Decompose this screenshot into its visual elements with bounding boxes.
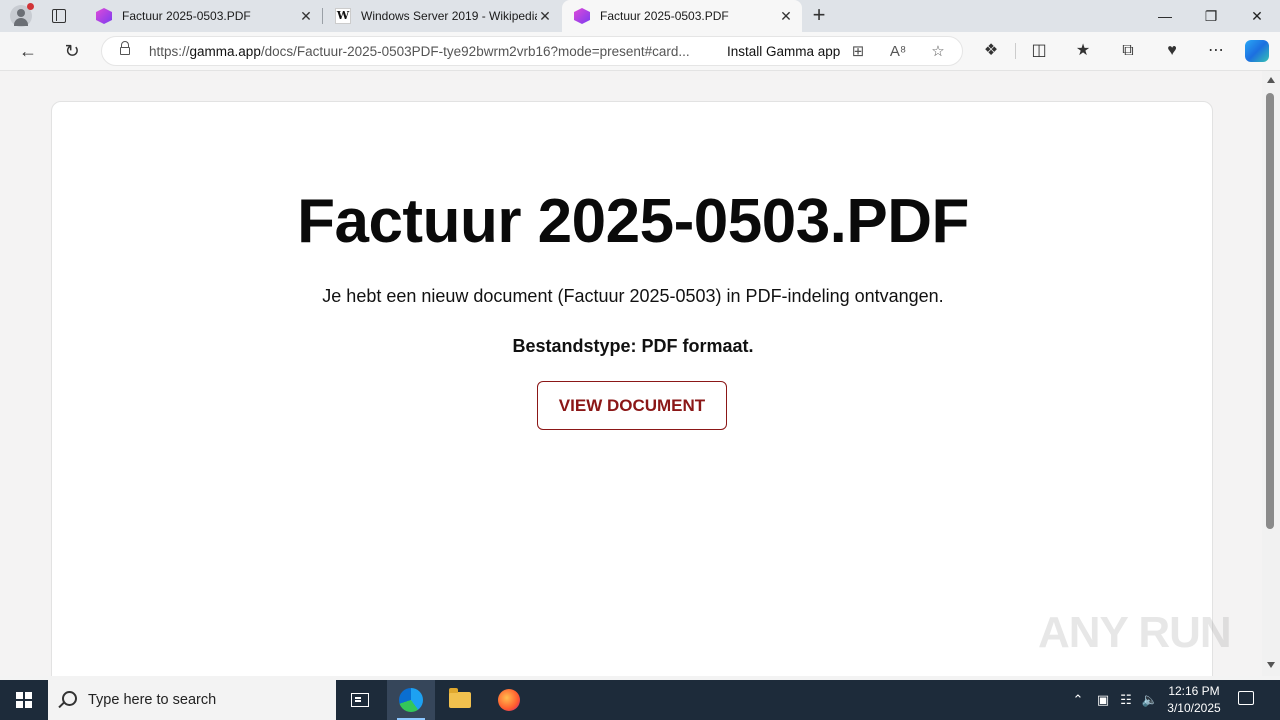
document-title: Factuur 2025-0503.PDF (297, 187, 969, 256)
document-description: Je hebt een nieuw document (Factuur 2025… (322, 286, 944, 306)
back-arrow-icon[interactable]: ← (16, 39, 40, 63)
task-view-icon (351, 693, 369, 707)
browser-essentials-icon[interactable]: ♥ (1162, 41, 1182, 61)
tab-actions-icon[interactable] (50, 7, 68, 25)
scroll-up-icon[interactable] (1267, 77, 1275, 83)
favorites-icon[interactable]: ★ (1073, 41, 1093, 61)
task-view-button[interactable] (336, 680, 384, 720)
page-viewport: Factuur 2025-0503.PDF Je hebt een nieuw … (0, 71, 1262, 676)
close-icon[interactable]: ✕ (298, 8, 314, 24)
gamma-icon (574, 8, 590, 24)
scroll-thumb[interactable] (1266, 93, 1274, 529)
browser-toolbar: ← ↻ https://gamma.app/docs/Factuur-2025-… (0, 32, 1280, 71)
gamma-icon (96, 8, 112, 24)
wikipedia-icon: W (335, 8, 351, 24)
restore-button[interactable]: ❐ (1188, 0, 1234, 32)
search-placeholder: Type here to search (88, 692, 217, 708)
taskbar-search-box[interactable]: Type here to search (48, 680, 336, 720)
volume-icon[interactable]: 🔈 (1140, 680, 1160, 720)
start-button[interactable] (0, 680, 48, 720)
folder-icon (449, 688, 471, 708)
lock-icon[interactable] (120, 41, 130, 55)
read-aloud-icon[interactable]: A⁸ (889, 43, 907, 61)
anyrun-watermark: ANY RUN (1038, 608, 1232, 657)
clock-time: 12:16 PM (1168, 684, 1220, 698)
address-bar[interactable]: https://gamma.app/docs/Factuur-2025-0503… (101, 36, 963, 66)
refresh-icon[interactable]: ↻ (60, 39, 84, 63)
firefox-icon (498, 689, 520, 711)
tab-factuur-active[interactable]: Factuur 2025-0503.PDF ✕ (562, 0, 802, 32)
document-card: Factuur 2025-0503.PDF Je hebt een nieuw … (51, 101, 1213, 676)
close-icon[interactable]: ✕ (537, 8, 553, 24)
search-icon (62, 691, 77, 706)
tab-strip: Factuur 2025-0503.PDF ✕ W Windows Server… (0, 0, 1280, 32)
chevron-up-icon[interactable]: ⌃ (1068, 680, 1088, 720)
minimize-button[interactable]: — (1142, 0, 1188, 32)
tab-factuur-1[interactable]: Factuur 2025-0503.PDF ✕ (84, 0, 322, 32)
taskbar-clock[interactable]: 12:16 PM 3/10/2025 (1160, 683, 1228, 717)
document-file-type: Bestandstype: PDF formaat. (512, 336, 754, 356)
toolbar-divider (1015, 43, 1016, 59)
close-window-button[interactable]: ✕ (1234, 0, 1280, 32)
taskbar-edge[interactable] (387, 680, 435, 720)
url-text[interactable]: https://gamma.app/docs/Factuur-2025-0503… (149, 44, 690, 59)
notifications-icon[interactable] (1238, 691, 1254, 705)
profile-avatar-icon[interactable] (10, 3, 34, 27)
copilot-icon[interactable] (1245, 40, 1269, 62)
view-document-button[interactable]: VIEW DOCUMENT (537, 381, 727, 430)
device-icon[interactable]: ▣ (1094, 680, 1112, 720)
tab-title: Windows Server 2019 - Wikipedia (361, 9, 537, 23)
favorite-star-icon[interactable]: ☆ (929, 43, 947, 61)
tab-title: Factuur 2025-0503.PDF (600, 9, 729, 23)
split-screen-icon[interactable]: ◫ (1029, 41, 1049, 61)
scroll-down-icon[interactable] (1267, 662, 1275, 668)
taskbar-file-explorer[interactable] (436, 680, 484, 720)
close-icon[interactable]: ✕ (778, 8, 794, 24)
edge-icon (399, 688, 423, 712)
install-app-icon[interactable]: ⊞ (849, 43, 867, 61)
tab-title: Factuur 2025-0503.PDF (122, 9, 251, 23)
page-scrollbar[interactable] (1262, 71, 1280, 676)
clock-date: 3/10/2025 (1167, 701, 1221, 715)
extensions-icon[interactable]: ❖ (981, 41, 1001, 61)
taskbar-firefox[interactable] (485, 680, 533, 720)
new-tab-button[interactable]: + (808, 4, 830, 27)
windows-logo-icon (16, 692, 32, 708)
install-app-label[interactable]: Install Gamma app (727, 44, 840, 59)
tab-wikipedia[interactable]: W Windows Server 2019 - Wikipedia ✕ (323, 0, 561, 32)
more-options-icon[interactable]: ⋯ (1206, 41, 1226, 61)
network-icon[interactable]: ☷ (1116, 680, 1136, 720)
windows-taskbar: Type here to search ⌃ ▣ ☷ 🔈 12:16 PM 3/1… (0, 680, 1280, 720)
collections-icon[interactable]: ⧉ (1118, 41, 1138, 61)
